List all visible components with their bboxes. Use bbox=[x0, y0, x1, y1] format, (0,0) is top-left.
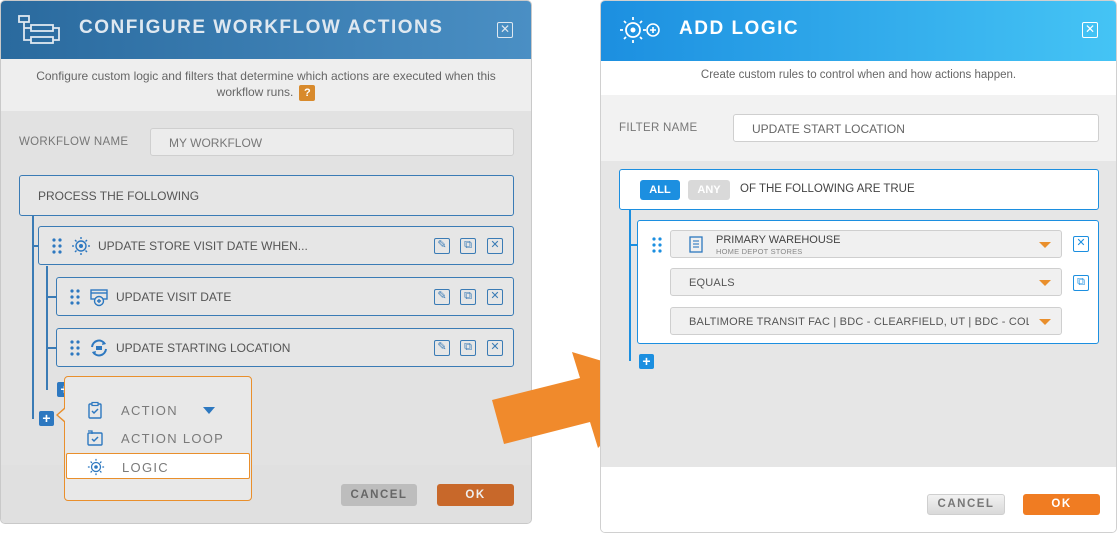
ok-button[interactable]: OK bbox=[437, 484, 514, 506]
filter-name-label: FILTER NAME bbox=[619, 122, 698, 134]
dialog-header: CONFIGURE WORKFLOW ACTIONS ✕ bbox=[1, 1, 531, 59]
logic-icon bbox=[72, 237, 90, 255]
chevron-down-icon[interactable] bbox=[1039, 280, 1051, 286]
menu-pointer-inner bbox=[58, 409, 65, 421]
copy-icon[interactable]: ⧉ bbox=[460, 238, 476, 254]
dialog-subtitle: Configure custom logic and filters that … bbox=[1, 59, 531, 111]
workflow-row-action[interactable]: UPDATE STARTING LOCATION ✎ ⧉ ✕ bbox=[56, 328, 514, 367]
workflow-row-logic[interactable]: UPDATE STORE VISIT DATE WHEN... ✎ ⧉ ✕ bbox=[38, 226, 514, 265]
workflow-name-label: WORKFLOW NAME bbox=[19, 136, 129, 148]
field-source: HOME DEPOT STORES bbox=[716, 247, 803, 256]
process-group: PROCESS THE FOLLOWING bbox=[19, 175, 514, 216]
chevron-down-icon[interactable] bbox=[1039, 242, 1051, 248]
row-label: UPDATE STARTING LOCATION bbox=[116, 341, 291, 355]
value-select[interactable]: BALTIMORE TRANSIT FAC | BDC - CLEARFIELD… bbox=[670, 307, 1062, 335]
menu-item-logic[interactable]: LOGIC bbox=[66, 453, 250, 479]
workflow-name-input[interactable]: MY WORKFLOW bbox=[150, 128, 514, 156]
menu-item-action-loop[interactable]: ACTION LOOP bbox=[66, 425, 250, 451]
chevron-down-icon[interactable] bbox=[1039, 319, 1051, 325]
operator-value: EQUALS bbox=[689, 277, 735, 289]
edit-icon[interactable]: ✎ bbox=[434, 238, 450, 254]
copy-icon[interactable]: ⧉ bbox=[1073, 275, 1089, 291]
field-name: PRIMARY WAREHOUSE bbox=[716, 234, 841, 246]
close-icon[interactable]: ✕ bbox=[1082, 22, 1098, 38]
menu-item-label: ACTION bbox=[121, 403, 178, 418]
subtitle-text: Configure custom logic and filters that … bbox=[36, 69, 496, 99]
tree-line bbox=[629, 210, 631, 361]
drag-handle-icon[interactable] bbox=[52, 238, 62, 254]
dialog-subtitle: Create custom rules to control when and … bbox=[700, 69, 1017, 81]
add-logic-dialog: ADD LOGIC ✕ Create custom rules to contr… bbox=[600, 0, 1117, 533]
configure-workflow-dialog: CONFIGURE WORKFLOW ACTIONS ✕ Configure c… bbox=[0, 0, 532, 524]
add-button[interactable]: + bbox=[39, 411, 54, 426]
add-menu: ACTION ACTION LOOP LOGIC bbox=[64, 376, 252, 501]
loop-check-icon bbox=[87, 430, 103, 446]
delete-icon[interactable]: ✕ bbox=[487, 289, 503, 305]
help-icon[interactable]: ? bbox=[299, 84, 316, 101]
screenshot-root: CONFIGURE WORKFLOW ACTIONS ✕ Configure c… bbox=[0, 0, 1118, 534]
edit-icon[interactable]: ✎ bbox=[434, 340, 450, 356]
all-toggle[interactable]: ALL bbox=[640, 180, 680, 200]
dialog-title: CONFIGURE WORKFLOW ACTIONS bbox=[79, 17, 444, 38]
ok-button[interactable]: OK bbox=[1023, 494, 1100, 515]
chevron-down-icon[interactable] bbox=[203, 407, 215, 414]
workflow-row-action[interactable]: UPDATE VISIT DATE ✎ ⧉ ✕ bbox=[56, 277, 514, 316]
location-sync-icon bbox=[91, 339, 107, 357]
logic-icon bbox=[87, 458, 105, 476]
cancel-button[interactable]: CANCEL bbox=[341, 484, 417, 506]
copy-icon[interactable]: ⧉ bbox=[460, 340, 476, 356]
edit-icon[interactable]: ✎ bbox=[434, 289, 450, 305]
drag-handle-icon[interactable] bbox=[70, 340, 80, 356]
dialog-title: ADD LOGIC bbox=[679, 18, 800, 39]
copy-icon[interactable]: ⧉ bbox=[460, 289, 476, 305]
field-select-text: PRIMARY WAREHOUSE HOME DEPOT STORES bbox=[716, 234, 841, 258]
cancel-button[interactable]: CANCEL bbox=[927, 494, 1005, 515]
tree-line bbox=[46, 266, 48, 390]
clipboard-check-icon bbox=[88, 401, 102, 419]
tree-line bbox=[46, 296, 56, 298]
document-icon bbox=[689, 236, 703, 253]
dialog-header: ADD LOGIC ✕ bbox=[601, 1, 1116, 61]
any-toggle[interactable]: ANY bbox=[688, 180, 730, 200]
logic-add-icon bbox=[620, 17, 660, 43]
menu-item-action[interactable]: ACTION bbox=[66, 397, 250, 423]
row-label: UPDATE VISIT DATE bbox=[116, 290, 232, 304]
row-label: UPDATE STORE VISIT DATE WHEN... bbox=[98, 239, 308, 253]
drag-handle-icon[interactable] bbox=[70, 289, 80, 305]
delete-icon[interactable]: ✕ bbox=[1073, 236, 1089, 252]
tree-line bbox=[629, 244, 637, 246]
calendar-update-icon bbox=[90, 289, 108, 307]
menu-item-label: ACTION LOOP bbox=[121, 431, 225, 446]
workflow-icon bbox=[18, 15, 60, 44]
operator-select[interactable]: EQUALS bbox=[670, 268, 1062, 296]
condition-card: PRIMARY WAREHOUSE HOME DEPOT STORES EQUA… bbox=[637, 220, 1099, 344]
close-icon[interactable]: ✕ bbox=[497, 22, 513, 38]
drag-handle-icon[interactable] bbox=[652, 237, 662, 253]
value-text: BALTIMORE TRANSIT FAC | BDC - CLEARFIELD… bbox=[689, 316, 1029, 328]
filter-name-input[interactable]: UPDATE START LOCATION bbox=[733, 114, 1099, 142]
condition-text: OF THE FOLLOWING ARE TRUE bbox=[740, 183, 915, 195]
condition-group-header: ALL ANY OF THE FOLLOWING ARE TRUE bbox=[619, 169, 1099, 210]
tree-line bbox=[46, 347, 56, 349]
delete-icon[interactable]: ✕ bbox=[487, 238, 503, 254]
add-condition-button[interactable]: + bbox=[639, 354, 654, 369]
menu-item-label: LOGIC bbox=[122, 460, 169, 475]
field-select[interactable]: PRIMARY WAREHOUSE HOME DEPOT STORES bbox=[670, 230, 1062, 258]
